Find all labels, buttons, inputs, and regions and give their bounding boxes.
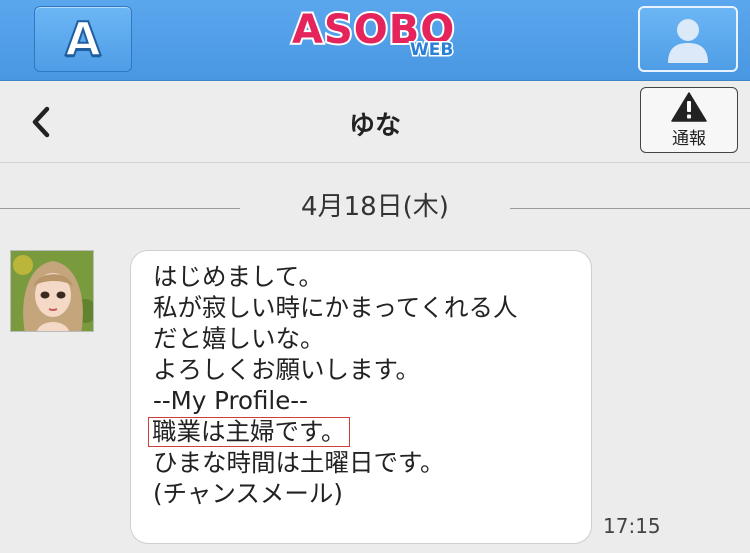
a-letter: A xyxy=(64,12,102,66)
avatar-image xyxy=(11,251,93,331)
message-line: よろしくお願いします。 xyxy=(153,355,421,384)
message-line: だと嬉しいな。 xyxy=(153,324,325,353)
report-button[interactable]: 通報 xyxy=(640,87,738,153)
message-line: ひまな時間は土曜日です。 xyxy=(153,448,445,477)
message-time: 17:15 xyxy=(603,514,661,538)
user-icon xyxy=(668,19,708,63)
divider-right xyxy=(510,208,750,209)
warning-icon xyxy=(671,91,707,122)
home-a-button[interactable]: A xyxy=(34,6,132,72)
chat-header: ゆな 通報 xyxy=(0,81,750,163)
message-line: --My Profile-- xyxy=(153,386,308,415)
message-line-highlight-wrap: 職業は主婦です。 xyxy=(148,416,591,447)
highlighted-occupation: 職業は主婦です。 xyxy=(148,417,350,447)
message-line: (チャンスメール) xyxy=(153,479,343,508)
date-label: 4月18日(木) xyxy=(301,192,449,222)
profile-button[interactable] xyxy=(638,6,738,72)
app-bar: A ASOBO WEB xyxy=(0,0,750,81)
date-separator: 4月18日(木) xyxy=(0,178,750,222)
asobo-web-logo[interactable]: ASOBO WEB xyxy=(290,8,462,65)
message-line: 私が寂しい時にかまってくれる人 xyxy=(153,293,518,322)
logo-sub-text: WEB xyxy=(408,40,454,60)
message-line: はじめまして。 xyxy=(153,262,324,291)
page-title: ゆな xyxy=(348,111,401,141)
message-bubble[interactable]: はじめまして。 私が寂しい時にかまってくれる人 だと嬉しいな。 よろしくお願いし… xyxy=(130,250,592,544)
report-label: 通報 xyxy=(672,128,706,149)
avatar[interactable] xyxy=(10,250,94,332)
